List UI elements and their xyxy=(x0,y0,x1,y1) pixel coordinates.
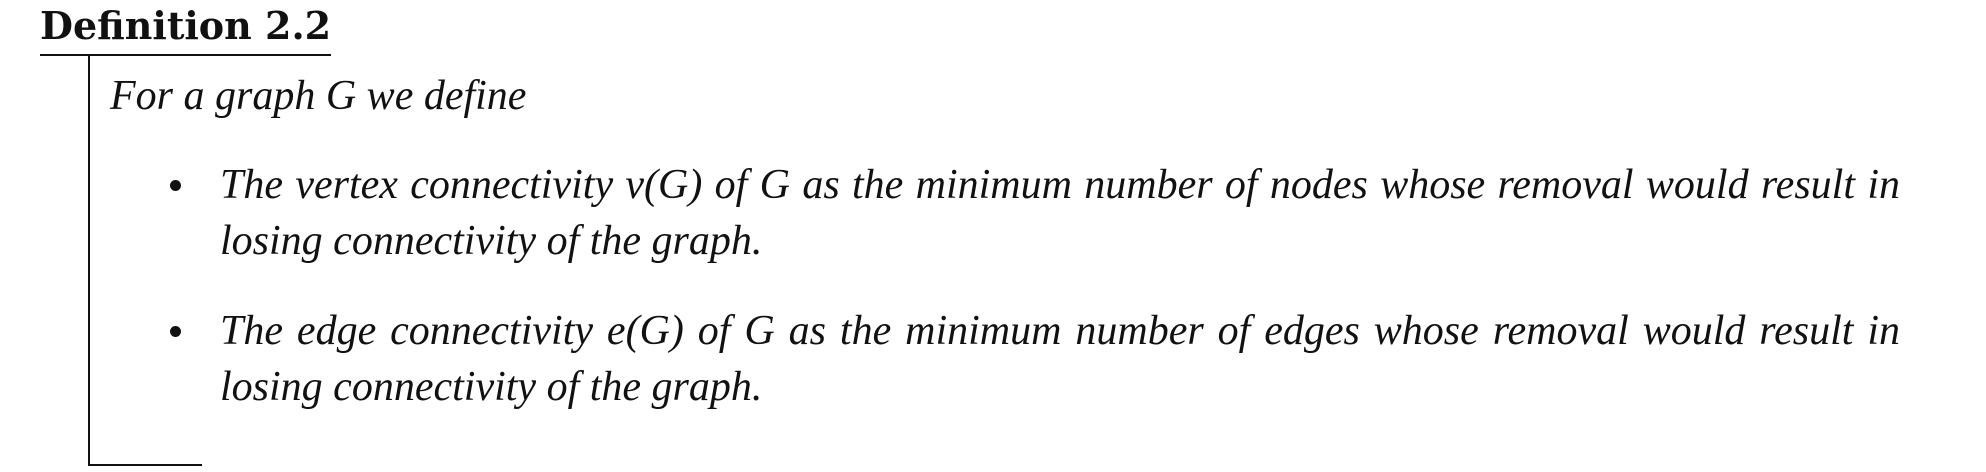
definition-intro: For a graph G we define xyxy=(110,73,527,119)
list-item-text: The edge connectivity e(G) of G as the m… xyxy=(220,308,1900,410)
definition-frame-bottom-rule xyxy=(88,464,202,466)
list-item: The edge connectivity e(G) of G as the m… xyxy=(170,303,1900,415)
list-item-text: The vertex connectivity v(G) of G as the… xyxy=(220,162,1900,264)
definition-frame-left-rule xyxy=(88,56,90,466)
bullet-icon xyxy=(170,326,181,337)
definition-title: Definition 2.2 xyxy=(40,2,332,56)
bullet-icon xyxy=(170,180,181,191)
list-item: The vertex connectivity v(G) of G as the… xyxy=(170,157,1900,269)
